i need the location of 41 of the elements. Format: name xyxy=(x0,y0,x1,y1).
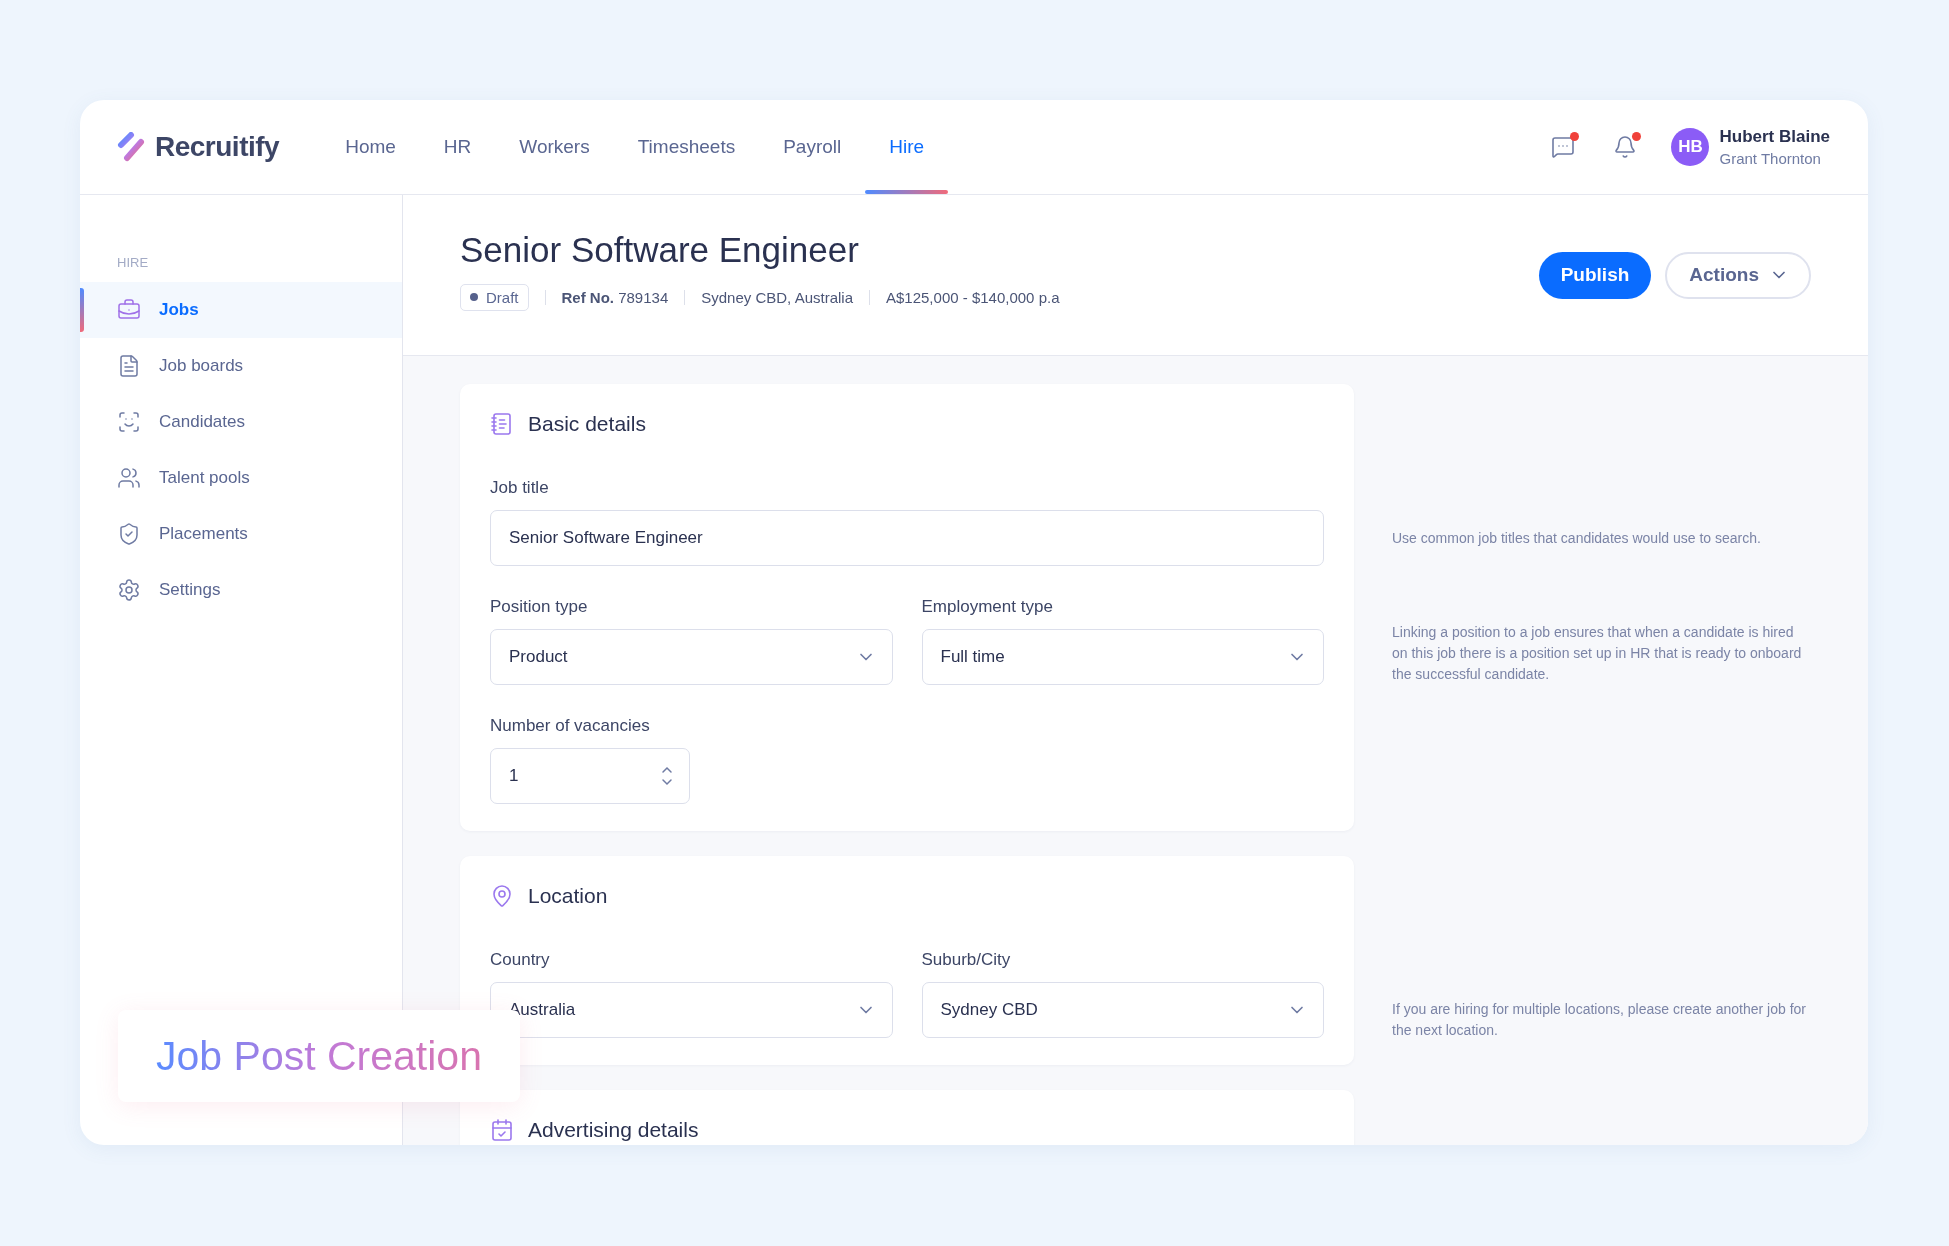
field-label: Country xyxy=(490,950,551,970)
select-field[interactable]: Product xyxy=(490,629,893,685)
field-label: Number of vacancies xyxy=(490,716,651,736)
publish-button[interactable]: Publish xyxy=(1538,251,1652,299)
nav-tab[interactable]: Payroll xyxy=(759,100,866,194)
section-title: Location xyxy=(528,884,608,908)
nav-tab[interactable]: Home xyxy=(321,100,420,194)
nav-tab[interactable]: Timesheets xyxy=(613,100,760,194)
status-badge: Draft xyxy=(460,283,529,311)
reference-number: Ref No. 789134 xyxy=(561,288,669,306)
job-title: Senior Software Engineer xyxy=(460,229,860,270)
section-title: Advertising details xyxy=(528,1118,699,1142)
sidebar-item[interactable]: Jobs xyxy=(80,282,402,338)
nav-tab[interactable]: Hire xyxy=(865,100,949,194)
nav-tab[interactable]: Workers xyxy=(495,100,614,194)
field-label: Employment type xyxy=(921,597,1054,617)
select-field[interactable]: Full time xyxy=(921,629,1324,685)
nav-tab[interactable]: HR xyxy=(419,100,496,194)
sidebar-item[interactable]: Job boards xyxy=(80,338,402,394)
actions-dropdown[interactable]: Actions xyxy=(1665,251,1811,299)
select-field[interactable]: Sydney CBD xyxy=(921,982,1324,1038)
help-text: If you are hiring for multiple locations, please create another job for the next location. xyxy=(1392,1000,1807,1040)
number-field[interactable]: 1 xyxy=(490,748,690,804)
sidebar-item[interactable]: Placements xyxy=(80,506,402,562)
sidebar-item[interactable]: Talent pools xyxy=(80,450,402,506)
job-location: Sydney CBD, Australia xyxy=(701,288,853,306)
help-text: Use common job titles that candidates would use to search. xyxy=(1392,528,1762,548)
avatar[interactable]: HB xyxy=(1671,128,1710,166)
section-title: Basic details xyxy=(528,412,646,436)
field-label: Job title xyxy=(490,478,550,498)
sidebar-item[interactable]: Candidates xyxy=(80,394,402,450)
help-text: Linking a position to a job ensures that when a candidate is hired on this job there is a position set up in HR that is ready to onboard the successful candidate. xyxy=(1392,623,1803,684)
text-field[interactable]: Senior Software Engineer xyxy=(490,510,1324,566)
brand-name: Recruitify xyxy=(155,131,280,163)
sidebar-heading: HIRE xyxy=(116,255,150,270)
user-name: Hubert Blaine xyxy=(1719,127,1830,147)
salary-range: A$125,000 - $140,000 p.a xyxy=(886,288,1060,306)
field-label: Suburb/City xyxy=(921,950,1012,970)
user-company: Grant Thornton xyxy=(1719,150,1822,167)
sidebar-item[interactable]: Settings xyxy=(80,562,402,618)
field-label: Position type xyxy=(490,597,589,617)
